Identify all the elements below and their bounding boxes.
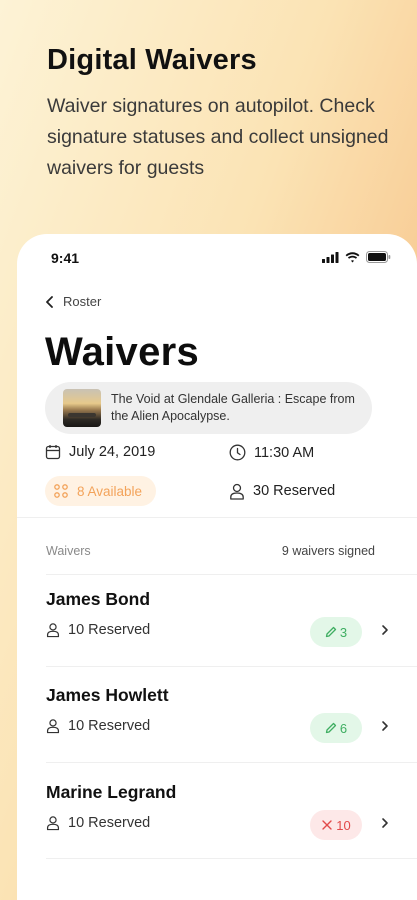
chevron-right-icon[interactable] [381, 720, 389, 732]
guest-reserved-text: 10 Reserved [68, 622, 151, 638]
guest-name: Marine Legrand [46, 782, 177, 802]
back-label[interactable]: Roster [63, 294, 101, 309]
promo-header: Digital Waivers Waiver signatures on aut… [47, 44, 397, 184]
event-reserved: 30 Reserved [229, 476, 335, 506]
person-icon [46, 623, 60, 638]
chevron-left-icon[interactable] [45, 295, 55, 308]
signed-badge[interactable]: 6 [310, 713, 362, 743]
divider [17, 517, 417, 518]
event-title: The Void at Glendale Galleria : Escape f… [111, 392, 355, 423]
chevron-right-icon[interactable] [381, 624, 389, 636]
signed-badge[interactable]: 3 [310, 617, 362, 647]
grid-dots-icon [54, 484, 68, 498]
guest-row[interactable]: James Howlett 10 Reserved 6 [46, 670, 389, 766]
event-info: July 24, 2019 11:30 AM 8 Available 30 Re… [45, 442, 397, 512]
event-thumbnail [63, 389, 101, 427]
wifi-icon [345, 251, 360, 262]
person-icon [46, 816, 60, 831]
guest-row[interactable]: James Bond 10 Reserved 3 [46, 574, 389, 670]
guest-name: James Howlett [46, 685, 169, 705]
page-title: Waivers [45, 330, 200, 374]
guest-reserved-text: 10 Reserved [68, 815, 151, 831]
waivers-summary: 9 waivers signed [281, 544, 375, 558]
event-time-text: 11:30 AM [254, 444, 315, 461]
phone-screen: 9:41 Roster Waivers The Void at Glendale… [17, 234, 417, 900]
divider [46, 858, 417, 859]
signed-count: 3 [339, 624, 348, 640]
available-badge: 8 Available [45, 476, 157, 506]
status-bar: 9:41 [17, 234, 417, 284]
cellular-signal-icon [322, 251, 339, 263]
pencil-icon [325, 626, 337, 638]
person-icon [46, 719, 60, 734]
event-date: July 24, 2019 [45, 444, 155, 460]
promo-subtitle: Waiver signatures on autopilot. Check si… [47, 95, 389, 179]
waivers-section-header: Waivers 9 waivers signed [46, 544, 375, 558]
unsigned-badge[interactable]: 10 [310, 810, 362, 840]
calendar-icon [45, 445, 61, 460]
x-icon [322, 820, 332, 830]
back-nav[interactable]: Roster [45, 294, 101, 309]
available-text: 8 Available [77, 483, 143, 499]
chevron-right-icon[interactable] [381, 817, 389, 829]
event-card[interactable]: The Void at Glendale Galleria : Escape f… [45, 382, 372, 434]
guest-name: James Bond [46, 589, 151, 609]
battery-icon [366, 251, 391, 263]
guest-reserved: 10 Reserved [46, 718, 150, 734]
event-reserved-text: 30 Reserved [253, 483, 336, 499]
clock-icon [229, 444, 246, 461]
guest-row[interactable]: Marine Legrand 10 Reserved 10 [46, 767, 389, 863]
status-icons [322, 251, 391, 263]
pencil-icon [325, 722, 337, 734]
divider [46, 666, 417, 667]
person-icon [230, 483, 244, 500]
signed-count: 6 [339, 720, 348, 736]
status-time: 9:41 [51, 250, 80, 266]
divider [46, 762, 417, 763]
promo-title: Digital Waivers [47, 44, 257, 76]
guest-reserved-text: 10 Reserved [68, 718, 151, 734]
event-date-text: July 24, 2019 [69, 444, 156, 460]
guest-reserved: 10 Reserved [46, 815, 150, 831]
waivers-label: Waivers [46, 544, 91, 558]
event-time: 11:30 AM [229, 444, 314, 461]
guest-reserved: 10 Reserved [46, 622, 150, 638]
unsigned-count: 10 [336, 817, 351, 833]
